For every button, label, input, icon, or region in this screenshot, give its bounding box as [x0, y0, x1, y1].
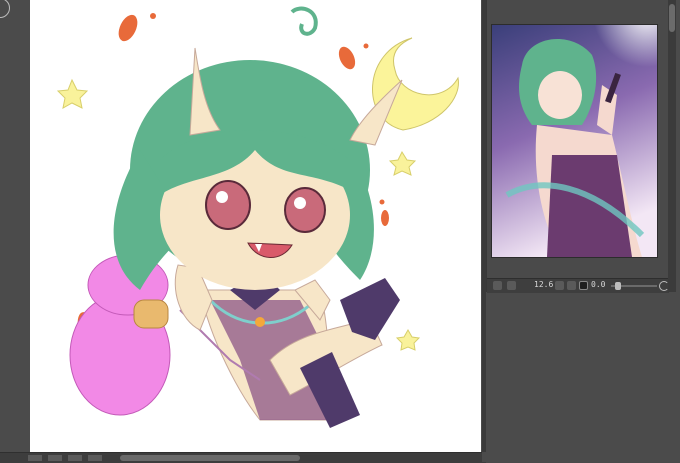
dot-shape	[363, 43, 369, 49]
panel-vertical-scrollbar[interactable]	[668, 0, 676, 292]
drawing-canvas[interactable]	[30, 0, 481, 452]
horizontal-scroll-thumb[interactable]	[120, 455, 300, 461]
preview-illustration-svg	[492, 25, 657, 257]
angle-value[interactable]: 0.0	[591, 280, 605, 289]
navigator-preview[interactable]	[492, 25, 657, 257]
zoom-out-button[interactable]	[493, 281, 502, 290]
dot-shape	[379, 199, 385, 205]
fit-screen-icon[interactable]	[579, 281, 588, 290]
bean-shape	[338, 46, 356, 70]
status-button[interactable]	[48, 455, 62, 461]
canvas-status-bar	[0, 452, 486, 463]
preview-face	[538, 71, 582, 119]
panel-scroll-thumb[interactable]	[669, 4, 675, 32]
illustration-svg	[56, 6, 459, 428]
gourd	[69, 254, 171, 416]
rotation-slider[interactable]	[611, 282, 657, 290]
star-shape	[56, 78, 89, 109]
bean-shape	[381, 210, 389, 226]
star-shape	[395, 328, 421, 351]
preview-dress	[547, 155, 632, 257]
flip-icon[interactable]	[567, 281, 576, 290]
bean-shape	[118, 14, 138, 42]
character-head	[113, 6, 403, 290]
navigator-toolbar: 12.6 0.0	[487, 278, 669, 293]
dot-shape	[150, 13, 156, 19]
navigator-panel: 12.6 0.0	[486, 0, 670, 293]
rotate-left-button[interactable]	[555, 281, 564, 290]
zoom-value[interactable]: 12.6	[534, 280, 553, 289]
zoom-in-button[interactable]	[507, 281, 516, 290]
rotation-slider-knob[interactable]	[615, 282, 621, 290]
status-button[interactable]	[88, 455, 102, 461]
navigator-preview-frame[interactable]	[491, 24, 658, 258]
status-button[interactable]	[68, 455, 82, 461]
star-shape	[388, 150, 417, 176]
status-button[interactable]	[28, 455, 42, 461]
